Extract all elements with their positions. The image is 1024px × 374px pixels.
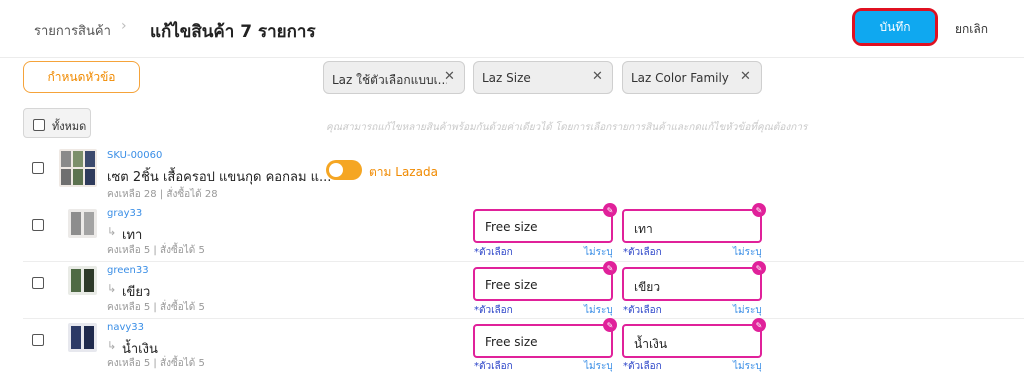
save-button-label: บันทึก	[879, 19, 911, 34]
subitem-arrow-icon: ↳	[107, 339, 117, 352]
color-field[interactable]: เทา ✎	[622, 203, 766, 243]
select-all-checkbox[interactable]: ทั้งหมด	[23, 108, 91, 138]
page-header: รายการสินค้า › แก้ไขสินค้า 7 รายการ บันท…	[0, 0, 1024, 58]
unspecified-link[interactable]: ไม่ระบุ	[584, 303, 613, 318]
close-icon[interactable]: ✕	[740, 69, 751, 84]
breadcrumb-products[interactable]: รายการสินค้า	[34, 20, 111, 41]
color-value: เขียว	[634, 280, 661, 294]
size-field[interactable]: Free size ✎	[473, 261, 617, 301]
variant-row-checkbox[interactable]	[32, 219, 44, 231]
checkbox[interactable]	[33, 119, 45, 131]
edit-icon[interactable]: ✎	[603, 318, 617, 332]
variant-row-checkbox[interactable]	[32, 277, 44, 289]
required-label: *ตัวเลือก	[623, 361, 662, 372]
size-value: Free size	[485, 220, 538, 234]
edit-icon[interactable]: ✎	[752, 261, 766, 275]
row-divider	[23, 318, 1024, 319]
edit-icon[interactable]: ✎	[752, 203, 766, 217]
unspecified-link[interactable]: ไม่ระบุ	[733, 245, 762, 260]
product-row-checkbox[interactable]	[32, 162, 44, 174]
chevron-right-icon: ›	[121, 18, 127, 34]
unspecified-link[interactable]: ไม่ระบุ	[584, 245, 613, 260]
filter-chip-laz-size[interactable]: Laz Size ✕	[473, 61, 613, 94]
edit-icon[interactable]: ✎	[752, 318, 766, 332]
chip-label: Laz Color Family	[631, 71, 729, 85]
product-stock: คงเหลือ 28 | สั่งซื้อได้ 28	[107, 189, 218, 200]
variant-sku-link[interactable]: navy33	[107, 322, 144, 333]
cancel-button[interactable]: ยกเลิก	[955, 20, 988, 39]
set-columns-button[interactable]: กำหนดหัวข้อ	[23, 61, 140, 93]
variant-sku-link[interactable]: gray33	[107, 208, 142, 219]
unspecified-link[interactable]: ไม่ระบุ	[733, 303, 762, 318]
size-value: Free size	[485, 278, 538, 292]
variant-name: เขียว	[122, 285, 151, 300]
chip-label: Laz Size	[482, 71, 531, 85]
variant-thumbnail	[68, 323, 97, 352]
size-field[interactable]: Free size ✎	[473, 318, 617, 358]
color-field[interactable]: เขียว ✎	[622, 261, 766, 301]
color-value: น้ำเงิน	[634, 337, 668, 351]
toggle-knob	[329, 163, 343, 177]
required-label: *ตัวเลือก	[623, 247, 662, 258]
page-title: แก้ไขสินค้า 7 รายการ	[150, 22, 316, 42]
size-field[interactable]: Free size ✎	[473, 203, 617, 243]
variant-stock: คงเหลือ 5 | สั่งซื้อได้ 5	[107, 245, 205, 256]
required-label: *ตัวเลือก	[474, 361, 513, 372]
variant-stock: คงเหลือ 5 | สั่งซื้อได้ 5	[107, 358, 205, 369]
unspecified-link[interactable]: ไม่ระบุ	[733, 359, 762, 374]
bulk-edit-hint: คุณสามารถแก้ไขหลายสินค้าพร้อมกันด้วยค่าเ…	[326, 122, 808, 133]
required-label: *ตัวเลือก	[623, 305, 662, 316]
product-sku-link[interactable]: SKU-00060	[107, 150, 162, 161]
color-field[interactable]: น้ำเงิน ✎	[622, 318, 766, 358]
product-name: เซต 2ชิ้น เสื้อครอป แขนกุด คอกลม แ...	[107, 170, 332, 185]
variant-sku-link[interactable]: green33	[107, 265, 149, 276]
variant-row-checkbox[interactable]	[32, 334, 44, 346]
unspecified-link[interactable]: ไม่ระบุ	[584, 359, 613, 374]
follow-lazada-toggle[interactable]	[326, 160, 362, 180]
product-thumbnail	[59, 149, 97, 187]
required-label: *ตัวเลือก	[474, 305, 513, 316]
chip-label: Laz ใช้ตัวเลือกแบบเ...	[332, 73, 447, 87]
toggle-label: ตาม Lazada	[369, 165, 438, 179]
edit-icon[interactable]: ✎	[603, 261, 617, 275]
variant-thumbnail	[68, 266, 97, 295]
variant-stock: คงเหลือ 5 | สั่งซื้อได้ 5	[107, 302, 205, 313]
filter-chip-laz-variation[interactable]: Laz ใช้ตัวเลือกแบบเ... ✕	[323, 61, 465, 94]
set-columns-label: กำหนดหัวข้อ	[47, 69, 116, 84]
close-icon[interactable]: ✕	[444, 69, 455, 84]
required-label: *ตัวเลือก	[474, 247, 513, 258]
save-button[interactable]: บันทึก	[852, 8, 938, 46]
variant-name: เทา	[122, 228, 143, 243]
close-icon[interactable]: ✕	[592, 69, 603, 84]
subitem-arrow-icon: ↳	[107, 282, 117, 295]
variant-thumbnail	[68, 209, 97, 238]
subitem-arrow-icon: ↳	[107, 225, 117, 238]
color-value: เทา	[634, 222, 653, 236]
size-value: Free size	[485, 335, 538, 349]
select-all-label: ทั้งหมด	[52, 120, 87, 133]
edit-icon[interactable]: ✎	[603, 203, 617, 217]
row-divider	[23, 261, 1024, 262]
filter-chip-laz-color-family[interactable]: Laz Color Family ✕	[622, 61, 762, 94]
